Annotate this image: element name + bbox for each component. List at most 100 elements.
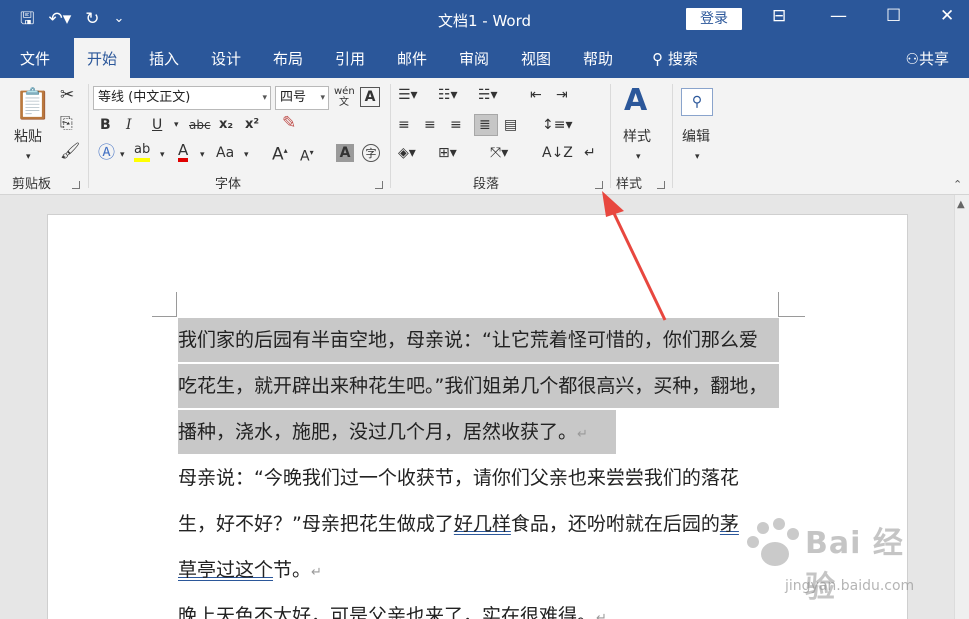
close-icon[interactable]: ✕ — [940, 6, 954, 26]
font-color-icon[interactable]: A — [178, 142, 189, 162]
group-divider — [610, 84, 611, 188]
distributed-icon[interactable]: ▤ — [504, 116, 517, 134]
editing-dropdown-icon[interactable]: ▾ — [695, 148, 700, 166]
clear-formatting-icon[interactable]: ✎ — [282, 114, 296, 132]
highlight-icon[interactable]: ab — [134, 142, 151, 162]
paragraph-group-label: 段落 — [473, 177, 500, 192]
editing-button[interactable]: 编辑 — [682, 128, 710, 146]
maximize-icon[interactable]: ☐ — [886, 6, 901, 26]
collapse-ribbon-icon[interactable]: ⌃ — [953, 176, 962, 194]
strikethrough-button[interactable]: abc — [189, 116, 211, 134]
line-spacing-icon[interactable]: ↕≡▾ — [542, 116, 573, 134]
superscript-button[interactable]: x² — [245, 116, 259, 134]
redo-icon[interactable]: ↻ — [85, 8, 99, 30]
text-line-6[interactable]: 草亭过这个节。↵ — [178, 548, 322, 592]
undo-icon[interactable]: ↶▾ — [48, 8, 71, 30]
tab-design[interactable]: 设计 — [200, 38, 252, 78]
paragraph-mark: ↵ — [596, 611, 607, 619]
font-size-select[interactable]: 四号 ▾ — [275, 86, 329, 110]
paragraph-mark: ↵ — [311, 565, 322, 580]
bold-button[interactable]: B — [100, 116, 111, 134]
underline-dropdown-icon[interactable]: ▾ — [174, 116, 179, 134]
change-case-button[interactable]: Aa — [216, 144, 234, 162]
text-line-2[interactable]: 吃花生，就开辟出来种花生吧。”我们姐弟几个都很高兴，买种，翻地， — [178, 364, 779, 408]
underline-button[interactable]: U — [152, 116, 162, 134]
format-painter-icon[interactable]: 🖌 — [60, 142, 80, 160]
highlight-dropdown-icon[interactable]: ▾ — [160, 146, 165, 164]
tab-mailings[interactable]: 邮件 — [386, 38, 438, 78]
enclose-characters-icon[interactable]: 字 — [362, 144, 380, 162]
font-name-select[interactable]: 等线 (中文正文) ▾ — [93, 86, 271, 110]
arrow-head — [602, 191, 624, 217]
font-color-dropdown-icon[interactable]: ▾ — [200, 146, 205, 164]
styles-dropdown-icon[interactable]: ▾ — [636, 148, 641, 166]
text-line-4[interactable]: 母亲说：“今晚我们过一个收获节，请你们父亲也来尝尝我们的落花 — [178, 456, 739, 500]
paste-button[interactable]: 粘贴 — [14, 128, 42, 146]
tab-references[interactable]: 引用 — [324, 38, 376, 78]
group-divider — [88, 84, 89, 188]
character-shading-icon[interactable]: A — [336, 144, 354, 162]
customize-qat-icon[interactable]: ⌄ — [114, 8, 125, 30]
text-effects-dropdown-icon[interactable]: ▾ — [120, 146, 125, 164]
find-icon[interactable]: ⚲ — [681, 88, 713, 116]
font-launcher-icon[interactable] — [375, 181, 383, 189]
asian-layout-icon[interactable]: ⤧▾ — [490, 144, 508, 162]
grow-font-button[interactable]: A▴ — [272, 142, 288, 164]
sort-icon[interactable]: A↓Z — [542, 144, 573, 162]
ribbon-display-options-icon[interactable]: ⊟ — [772, 6, 786, 26]
paste-icon[interactable]: 📋 — [14, 88, 51, 122]
justify-icon: ≣ — [479, 117, 491, 133]
subscript-button[interactable]: x₂ — [219, 116, 233, 134]
shading-icon[interactable]: ◈▾ — [398, 144, 416, 162]
quick-access-toolbar: 🖫 ↶▾ ↻ ⌄ — [20, 8, 124, 30]
shrink-font-button[interactable]: A▾ — [300, 144, 314, 166]
increase-indent-icon[interactable]: ⇥ — [556, 86, 568, 104]
show-paragraph-marks-icon[interactable]: ↵ — [584, 144, 596, 162]
scroll-up-icon[interactable]: ▲ — [957, 199, 965, 210]
share-button[interactable]: ⚇共享 — [906, 38, 949, 80]
character-border-icon[interactable]: A — [360, 87, 380, 107]
arrow-shaft — [608, 204, 667, 321]
text-line-3[interactable]: 播种，浇水，施肥，没过几个月，居然收获了。↵ — [178, 410, 616, 454]
text-effects-icon[interactable]: Ⓐ — [98, 144, 115, 162]
numbering-icon[interactable]: ☷▾ — [438, 86, 458, 104]
save-icon[interactable]: 🖫 — [20, 8, 34, 30]
tab-help[interactable]: 帮助 — [572, 38, 624, 78]
styles-icon[interactable]: A — [624, 84, 647, 118]
tab-home[interactable]: 开始 — [74, 38, 130, 78]
watermark-url: jingyan.baidu.com — [785, 578, 915, 594]
crop-mark-left — [152, 292, 177, 317]
spellcheck-underline: 茅 — [719, 513, 739, 535]
tab-layout[interactable]: 布局 — [262, 38, 314, 78]
paste-dropdown-icon[interactable]: ▾ — [26, 148, 31, 166]
tab-file[interactable]: 文件 — [8, 38, 62, 78]
copy-icon[interactable]: ⎘ — [60, 114, 73, 132]
decrease-indent-icon[interactable]: ⇤ — [530, 86, 542, 104]
tab-search[interactable]: ⚲ 搜索 — [640, 38, 710, 78]
align-right-icon[interactable]: ≡ — [450, 116, 462, 134]
tab-review[interactable]: 审阅 — [448, 38, 500, 78]
text-line-5[interactable]: 生，好不好？”母亲把花生做成了好几样食品，还吩咐就在后园的茅 — [178, 502, 739, 546]
cut-icon[interactable]: ✂ — [60, 86, 74, 104]
text-line-7[interactable]: 晚上天色不太好，可是父亲也来了，实在很难得。↵ — [178, 594, 607, 619]
styles-button[interactable]: 样式 — [623, 128, 651, 146]
phonetic-guide-button[interactable]: wén 文 — [334, 86, 355, 108]
tab-insert[interactable]: 插入 — [138, 38, 190, 78]
align-left-icon[interactable]: ≡ — [398, 116, 410, 134]
ribbon-home: 📋 粘贴 ▾ ✂ ⎘ 🖌 剪贴板 等线 (中文正文) ▾ 四号 ▾ wén 文 A … — [0, 78, 969, 195]
chevron-down-icon: ▾ — [320, 93, 325, 103]
bullets-icon[interactable]: ☰▾ — [398, 86, 418, 104]
italic-button[interactable]: I — [126, 116, 132, 134]
clipboard-launcher-icon[interactable] — [72, 181, 80, 189]
search-icon: ⚲ — [652, 50, 664, 68]
multilevel-list-icon[interactable]: ☵▾ — [478, 86, 498, 104]
minimize-icon[interactable]: — — [830, 6, 847, 26]
change-case-dropdown-icon[interactable]: ▾ — [244, 146, 249, 164]
spellcheck-underline: 好几样 — [453, 513, 511, 535]
tab-view[interactable]: 视图 — [510, 38, 562, 78]
borders-icon[interactable]: ⊞▾ — [438, 144, 457, 162]
align-center-icon[interactable]: ≡ — [424, 116, 436, 134]
login-button[interactable]: 登录 — [686, 8, 742, 30]
vertical-scrollbar[interactable]: ▲ — [954, 195, 969, 619]
annotation-arrow-icon — [602, 191, 667, 321]
